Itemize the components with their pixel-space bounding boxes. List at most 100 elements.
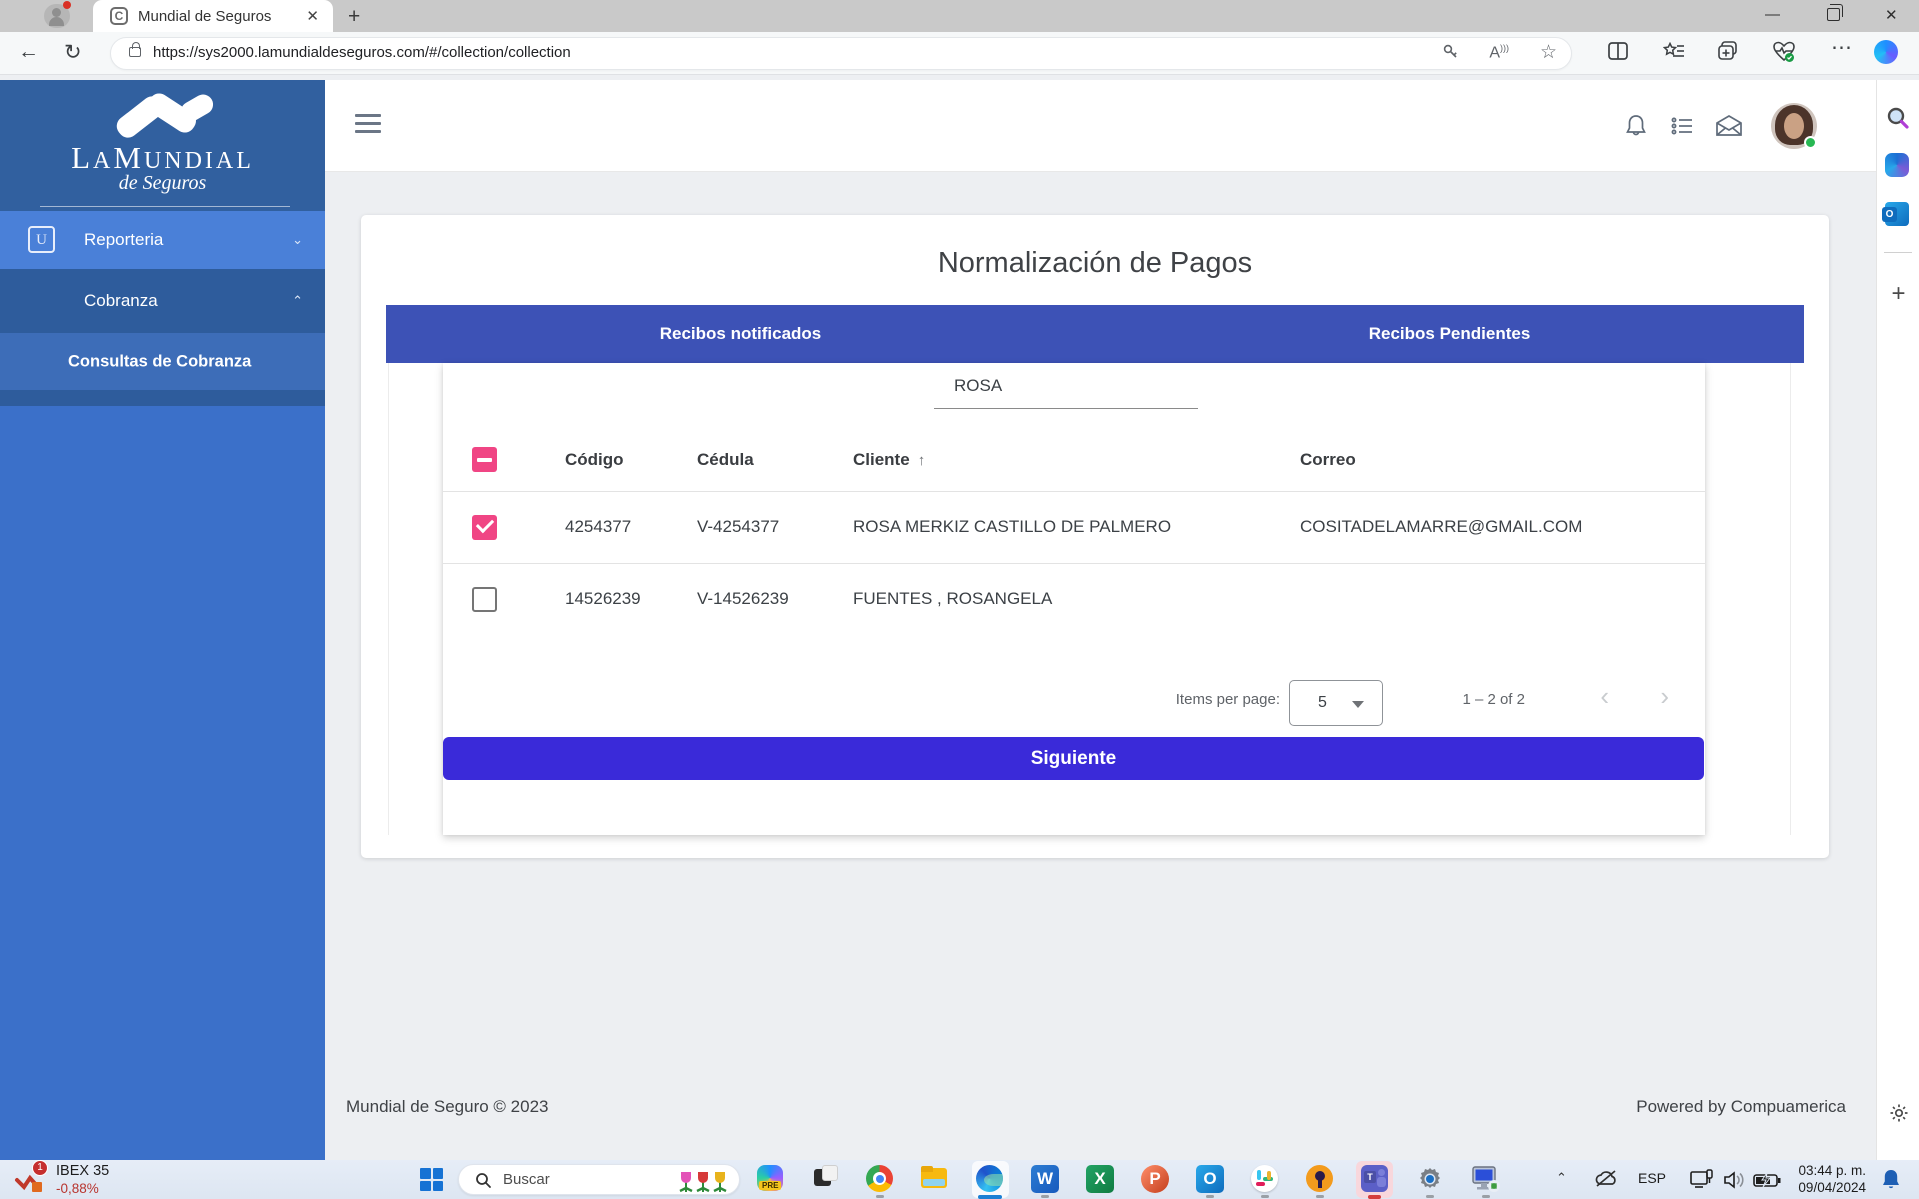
url-text[interactable]: https://sys2000.lamundialdeseguros.com/#… [153, 44, 571, 61]
app-sidebar: LAMUNDIAL de Seguros U Reporteria ⌄ Cobr… [0, 80, 325, 1160]
favorites-icon[interactable] [1663, 42, 1685, 60]
widgets-weather-stock[interactable]: 1 IBEX 35 -0,88% [14, 1162, 194, 1198]
browser-profile-avatar[interactable] [44, 4, 70, 28]
powerpoint-icon[interactable]: P [1141, 1165, 1169, 1193]
column-header-correo[interactable]: Correo [1300, 429, 1705, 491]
sidebar-item-cobranza[interactable]: Cobranza ⌃ [0, 269, 325, 333]
word-icon[interactable]: W [1031, 1165, 1059, 1193]
settings-gear-icon[interactable] [1416, 1165, 1444, 1193]
task-view-icon[interactable] [812, 1165, 840, 1193]
file-explorer-icon[interactable] [921, 1165, 949, 1193]
openvpn-icon[interactable] [1306, 1165, 1334, 1193]
sidebar-item-consultas-de-cobranza[interactable]: Consultas de Cobranza [0, 333, 325, 390]
client-search-input[interactable]: ROSA [934, 371, 1198, 411]
edge-sidebar-rail: O + [1876, 80, 1919, 1160]
footer-copyright: Mundial de Seguro © 2023 [346, 1097, 549, 1117]
password-key-icon[interactable] [1441, 42, 1461, 62]
collections-icon[interactable] [1718, 41, 1738, 61]
chrome-icon[interactable] [866, 1165, 894, 1193]
window-minimize-button[interactable]: — [1765, 6, 1780, 23]
logo-tagline: de Seguros [0, 172, 325, 195]
rail-settings-gear-icon[interactable] [1877, 1102, 1919, 1124]
address-bar[interactable]: https://sys2000.lamundialdeseguros.com/#… [110, 37, 1572, 70]
onedrive-paused-icon[interactable] [1594, 1169, 1618, 1189]
sidebar-item-reporteria[interactable]: U Reporteria ⌄ [0, 211, 325, 269]
start-button[interactable] [420, 1168, 444, 1192]
footer-powered-by: Powered by Compuamerica [1636, 1097, 1846, 1117]
row-checkbox-checked[interactable] [472, 515, 497, 540]
search-icon [475, 1172, 492, 1189]
tab-close-icon[interactable]: ✕ [306, 7, 319, 25]
taskbar-search-box[interactable]: Buscar [458, 1164, 740, 1195]
volume-icon[interactable] [1722, 1169, 1746, 1191]
display-cast-icon[interactable] [1690, 1169, 1714, 1191]
outlook-icon[interactable]: O [1885, 202, 1911, 228]
lock-icon [129, 47, 141, 57]
refresh-button[interactable]: ↻ [64, 40, 82, 65]
widget-index-change: -0,88% [56, 1181, 99, 1196]
column-header-cedula[interactable]: Cédula [697, 429, 853, 491]
cell-cliente: ROSA MERKIZ CASTILLO DE PALMERO [853, 491, 1300, 563]
running-indicator [1316, 1195, 1324, 1198]
tab-group-right-edge [1790, 363, 1791, 835]
select-all-checkbox[interactable] [472, 447, 497, 472]
split-screen-icon[interactable] [1608, 42, 1628, 60]
remote-desktop-icon[interactable] [1471, 1165, 1499, 1193]
tab-recibos-notificados[interactable]: Recibos notificados [386, 305, 1095, 363]
teams-icon[interactable]: T [1361, 1165, 1389, 1193]
normalizacion-card: Normalización de Pagos Recibos notificad… [361, 215, 1829, 858]
notifications-bell-icon[interactable] [1623, 113, 1649, 139]
column-header-codigo[interactable]: Código [565, 429, 697, 491]
browser-titlebar: C Mundial de Seguros ✕ + — ✕ [0, 0, 1919, 32]
add-favorite-star-icon[interactable]: ☆ [1540, 41, 1557, 64]
clock[interactable]: 03:44 p. m.09/04/2024 [1790, 1163, 1866, 1196]
paginator: Items per page: 5 1 – 2 of 2 ‹ › [443, 669, 1705, 729]
mail-envelope-icon[interactable] [1715, 113, 1743, 139]
tray-expand-chevron-icon[interactable]: ⌃ [1556, 1170, 1567, 1186]
copilot-preview-icon[interactable]: PRE [757, 1165, 785, 1193]
page-range-label: 1 – 2 of 2 [1462, 691, 1525, 708]
browser-tab[interactable]: C Mundial de Seguros ✕ [93, 0, 333, 32]
read-aloud-icon[interactable]: A))) [1489, 43, 1509, 62]
siguiente-button[interactable]: Siguiente [443, 737, 1704, 780]
window-restore-button[interactable] [1827, 8, 1840, 21]
microsoft-365-icon[interactable] [1885, 153, 1911, 179]
sidebar-search-icon[interactable] [1885, 105, 1911, 131]
next-page-icon[interactable]: › [1660, 681, 1669, 712]
chevron-up-icon: ⌃ [292, 293, 303, 309]
language-indicator[interactable]: ESP [1638, 1170, 1666, 1186]
cell-codigo: 14526239 [565, 563, 697, 635]
previous-page-icon[interactable]: ‹ [1600, 681, 1609, 712]
running-indicator [1041, 1195, 1049, 1198]
new-tab-button[interactable]: + [348, 5, 360, 29]
edge-icon[interactable] [976, 1165, 1004, 1193]
cell-cedula: V-4254377 [697, 491, 853, 563]
tab-recibos-pendientes[interactable]: Recibos Pendientes [1095, 305, 1804, 363]
sidebar-group-edge [0, 390, 325, 406]
items-per-page-label: Items per page: [1176, 691, 1280, 708]
rail-add-icon[interactable]: + [1877, 280, 1919, 308]
slack-icon[interactable] [1251, 1165, 1279, 1193]
sidebar-divider [40, 206, 290, 207]
select-caret-icon [1352, 701, 1364, 708]
notification-bell-icon[interactable] [1880, 1168, 1902, 1192]
outlook-icon-taskbar[interactable]: O [1196, 1165, 1224, 1193]
logo-wordmark: LAMUNDIAL [0, 140, 325, 176]
browser-settings-more-icon[interactable]: ⋯ [1831, 35, 1852, 60]
browser-essentials-icon[interactable] [1772, 41, 1796, 63]
page-size-select[interactable]: 5 [1289, 680, 1383, 726]
battery-charging-icon[interactable] [1753, 1169, 1781, 1191]
menu-hamburger-icon[interactable] [355, 114, 381, 134]
copilot-icon[interactable] [1874, 40, 1898, 64]
excel-icon[interactable]: X [1086, 1165, 1114, 1193]
cell-correo: COSITADELAMARRE@GMAIL.COM [1300, 491, 1705, 563]
search-highlight-tulips-icon[interactable] [677, 1168, 729, 1194]
back-button[interactable]: ← [18, 40, 39, 64]
task-list-icon[interactable] [1669, 113, 1695, 139]
window-close-button[interactable]: ✕ [1885, 6, 1898, 24]
row-checkbox-unchecked[interactable] [472, 587, 497, 612]
column-header-cliente[interactable]: Cliente↑ [853, 429, 1300, 491]
running-indicator [1261, 1195, 1269, 1198]
table-row: 4254377 V-4254377 ROSA MERKIZ CASTILLO D… [443, 491, 1705, 563]
app-header [325, 80, 1876, 172]
